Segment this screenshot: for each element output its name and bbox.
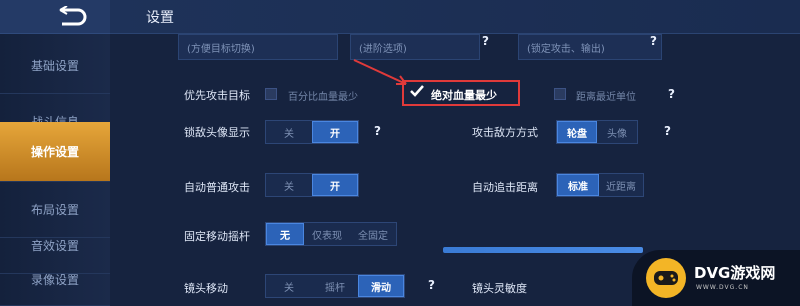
help-icon[interactable]: ?: [374, 124, 381, 138]
priority-option-absolute[interactable]: 绝对血量最少: [431, 87, 497, 103]
camera-sensitivity-label: 镜头灵敏度: [472, 282, 527, 295]
watermark-url: WWW.DVG.CN: [696, 284, 749, 291]
auto-chase-standard[interactable]: 标准: [557, 174, 599, 196]
enemy-avatar-off[interactable]: 关: [266, 121, 312, 143]
auto-chase-toggle[interactable]: 标准 近距离: [556, 173, 644, 197]
gamepad-logo-icon: [646, 258, 686, 298]
camera-move-swipe[interactable]: 滑动: [358, 275, 404, 297]
priority-option-nearest[interactable]: 距离最近单位: [576, 88, 636, 103]
enemy-avatar-on[interactable]: 开: [312, 121, 358, 143]
fixed-joystick-none[interactable]: 无: [266, 223, 304, 245]
attack-method-label: 攻击敌方方式: [472, 126, 538, 139]
camera-move-label: 镜头移动: [184, 282, 228, 295]
help-icon[interactable]: ?: [482, 34, 489, 48]
camera-move-joystick[interactable]: 摇杆: [312, 275, 358, 297]
camera-sensitivity-slider[interactable]: [443, 247, 643, 253]
priority-option-nearest-checkbox[interactable]: [554, 88, 566, 100]
page-title: 设置: [146, 10, 174, 26]
enemy-avatar-toggle[interactable]: 关 开: [265, 120, 359, 144]
attack-method-wheel[interactable]: 轮盘: [557, 121, 597, 143]
fixed-joystick-label: 固定移动摇杆: [184, 230, 250, 243]
annotation-arrow-icon: [353, 59, 407, 85]
fixed-joystick-full[interactable]: 全固定: [350, 223, 396, 245]
enemy-avatar-label: 锁敌头像显示: [184, 126, 250, 139]
sidebar-item-controls[interactable]: 操作设置: [0, 122, 110, 182]
header-bar: 设置: [110, 0, 800, 34]
help-icon[interactable]: ?: [650, 34, 657, 48]
fixed-joystick-display[interactable]: 仅表现: [304, 223, 350, 245]
auto-attack-on[interactable]: 开: [312, 174, 358, 196]
auto-attack-off[interactable]: 关: [266, 174, 312, 196]
camera-move-off[interactable]: 关: [266, 275, 312, 297]
auto-chase-near[interactable]: 近距离: [599, 174, 643, 196]
sidebar-item-basic[interactable]: 基础设置: [0, 38, 110, 94]
auto-attack-label: 自动普通攻击: [184, 181, 250, 194]
sidebar-item-replay[interactable]: 录像设置: [0, 254, 110, 306]
priority-option-percent-checkbox[interactable]: [265, 88, 277, 100]
camera-move-toggle[interactable]: 关 摇杆 滑动: [265, 274, 405, 298]
top-field-right: (锁定攻击、输出): [518, 34, 662, 60]
back-button[interactable]: [0, 0, 110, 34]
auto-chase-label: 自动追击距离: [472, 181, 538, 194]
watermark: DVG游戏网 WWW.DVG.CN: [632, 250, 800, 306]
help-icon[interactable]: ?: [664, 124, 671, 138]
top-field-left: (方便目标切换): [178, 34, 338, 60]
back-arrow-icon: [59, 6, 87, 26]
priority-target-label: 优先攻击目标: [184, 89, 250, 102]
help-icon[interactable]: ?: [668, 87, 675, 101]
sidebar: 基础设置 战斗信息 操作设置 布局设置 音效设置 录像设置: [0, 0, 110, 306]
help-icon[interactable]: ?: [428, 278, 435, 292]
fixed-joystick-toggle[interactable]: 无 仅表现 全固定: [265, 222, 397, 246]
attack-method-toggle[interactable]: 轮盘 头像: [556, 120, 638, 144]
attack-method-avatar[interactable]: 头像: [597, 121, 637, 143]
auto-attack-toggle[interactable]: 关 开: [265, 173, 359, 197]
priority-option-percent[interactable]: 百分比血量最少: [288, 88, 358, 103]
watermark-brand: DVG游戏网: [694, 264, 776, 282]
